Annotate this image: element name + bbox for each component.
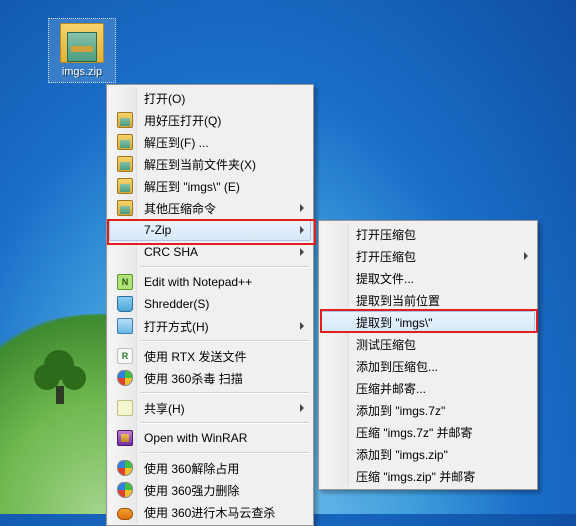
menu-label: Edit with Notepad++: [144, 275, 252, 289]
submenu-arrow-icon: [524, 252, 528, 260]
menu-label: 使用 RTX 发送文件: [144, 348, 246, 365]
submenu-open-archive-sub[interactable]: 打开压缩包: [321, 245, 535, 267]
menu-label: 添加到 "imgs.zip": [356, 446, 448, 463]
shield-icon: [117, 482, 133, 498]
menu-extract-named[interactable]: 解压到 "imgs\" (E): [109, 175, 311, 197]
submenu-open-archive[interactable]: 打开压缩包: [321, 223, 535, 245]
menu-label: 使用 360进行木马云查杀: [144, 504, 275, 521]
menu-label: 打开(O): [144, 90, 185, 107]
archive-icon: [117, 112, 133, 128]
menu-label: 其他压缩命令: [144, 200, 216, 217]
menu-label: Open with WinRAR: [144, 431, 247, 445]
archive-icon: [117, 200, 133, 216]
menu-rtx-send[interactable]: 使用 RTX 发送文件: [109, 345, 311, 367]
archive-icon: [60, 23, 104, 63]
menu-label: Shredder(S): [144, 297, 209, 311]
menu-extract-to[interactable]: 解压到(F) ...: [109, 131, 311, 153]
menu-edit-notepadpp[interactable]: Edit with Notepad++: [109, 271, 311, 293]
menu-separator: [141, 452, 309, 454]
menu-360-unlock[interactable]: 使用 360解除占用: [109, 457, 311, 479]
shield-icon: [117, 460, 133, 476]
menu-360-delete[interactable]: 使用 360强力删除: [109, 479, 311, 501]
shredder-icon: [117, 296, 133, 312]
menu-label: 使用 360杀毒 扫描: [144, 370, 243, 387]
menu-extract-here[interactable]: 解压到当前文件夹(X): [109, 153, 311, 175]
submenu-arrow-icon: [300, 226, 304, 234]
menu-label: 添加到压缩包...: [356, 358, 438, 375]
submenu-compress-mail[interactable]: 压缩并邮寄...: [321, 377, 535, 399]
menu-label: 共享(H): [144, 400, 185, 417]
submenu-arrow-icon: [300, 204, 304, 212]
shield-icon: [117, 370, 133, 386]
menu-label: 提取到当前位置: [356, 292, 440, 309]
open-with-icon: [117, 318, 133, 334]
menu-crc-sha[interactable]: CRC SHA: [109, 241, 311, 263]
submenu-add-zip[interactable]: 添加到 "imgs.zip": [321, 443, 535, 465]
desktop-icon-label: imgs.zip: [51, 66, 113, 78]
submenu-arrow-icon: [300, 248, 304, 256]
menu-label: 使用 360解除占用: [144, 460, 239, 477]
menu-label: 打开压缩包: [356, 248, 416, 265]
menu-360-scan[interactable]: 使用 360杀毒 扫描: [109, 367, 311, 389]
menu-open[interactable]: 打开(O): [109, 87, 311, 109]
menu-label: 压缩 "imgs.7z" 并邮寄: [356, 424, 473, 441]
context-menu: 打开(O) 用好压打开(Q) 解压到(F) ... 解压到当前文件夹(X) 解压…: [106, 84, 314, 526]
submenu-extract-files[interactable]: 提取文件...: [321, 267, 535, 289]
menu-label: CRC SHA: [144, 245, 198, 259]
notepadpp-icon: [117, 274, 133, 290]
winrar-icon: [117, 430, 133, 446]
menu-label: 解压到 "imgs\" (E): [144, 178, 240, 195]
submenu-compress-7z-mail[interactable]: 压缩 "imgs.7z" 并邮寄: [321, 421, 535, 443]
submenu-add-archive[interactable]: 添加到压缩包...: [321, 355, 535, 377]
submenu-test-archive[interactable]: 测试压缩包: [321, 333, 535, 355]
wallpaper-tree: [30, 344, 90, 404]
menu-7zip[interactable]: 7-Zip: [109, 219, 311, 241]
menu-360-trojan-scan[interactable]: 使用 360进行木马云查杀: [109, 501, 311, 523]
menu-share[interactable]: 共享(H): [109, 397, 311, 419]
menu-separator: [141, 266, 309, 268]
menu-label: 解压到当前文件夹(X): [144, 156, 256, 173]
submenu-extract-here[interactable]: 提取到当前位置: [321, 289, 535, 311]
menu-label: 打开压缩包: [356, 226, 416, 243]
menu-label: 用好压打开(Q): [144, 112, 221, 129]
submenu-add-7z[interactable]: 添加到 "imgs.7z": [321, 399, 535, 421]
menu-shredder[interactable]: Shredder(S): [109, 293, 311, 315]
archive-icon: [117, 156, 133, 172]
menu-label: 使用 360强力删除: [144, 482, 239, 499]
cloud-scan-icon: [117, 508, 133, 520]
menu-label: 打开方式(H): [144, 318, 209, 335]
menu-open-haozip[interactable]: 用好压打开(Q): [109, 109, 311, 131]
rtx-icon: [117, 348, 133, 364]
menu-label: 压缩 "imgs.zip" 并邮寄: [356, 468, 475, 485]
menu-label: 添加到 "imgs.7z": [356, 402, 445, 419]
menu-separator: [141, 422, 309, 424]
menu-open-with[interactable]: 打开方式(H): [109, 315, 311, 337]
archive-icon: [117, 134, 133, 150]
context-submenu-7zip: 打开压缩包 打开压缩包 提取文件... 提取到当前位置 提取到 "imgs\" …: [318, 220, 538, 490]
submenu-extract-named[interactable]: 提取到 "imgs\": [321, 311, 535, 333]
archive-icon: [117, 178, 133, 194]
menu-label: 压缩并邮寄...: [356, 380, 426, 397]
menu-label: 提取文件...: [356, 270, 414, 287]
menu-separator: [141, 340, 309, 342]
menu-label: 7-Zip: [144, 223, 171, 237]
submenu-arrow-icon: [300, 322, 304, 330]
menu-other-compress[interactable]: 其他压缩命令: [109, 197, 311, 219]
menu-label: 测试压缩包: [356, 336, 416, 353]
submenu-compress-zip-mail[interactable]: 压缩 "imgs.zip" 并邮寄: [321, 465, 535, 487]
share-icon: [117, 400, 133, 416]
menu-label: 提取到 "imgs\": [356, 314, 433, 331]
menu-label: 解压到(F) ...: [144, 134, 209, 151]
menu-open-winrar[interactable]: Open with WinRAR: [109, 427, 311, 449]
submenu-arrow-icon: [300, 404, 304, 412]
desktop-icon-imgs-zip[interactable]: imgs.zip: [48, 18, 116, 83]
menu-separator: [141, 392, 309, 394]
